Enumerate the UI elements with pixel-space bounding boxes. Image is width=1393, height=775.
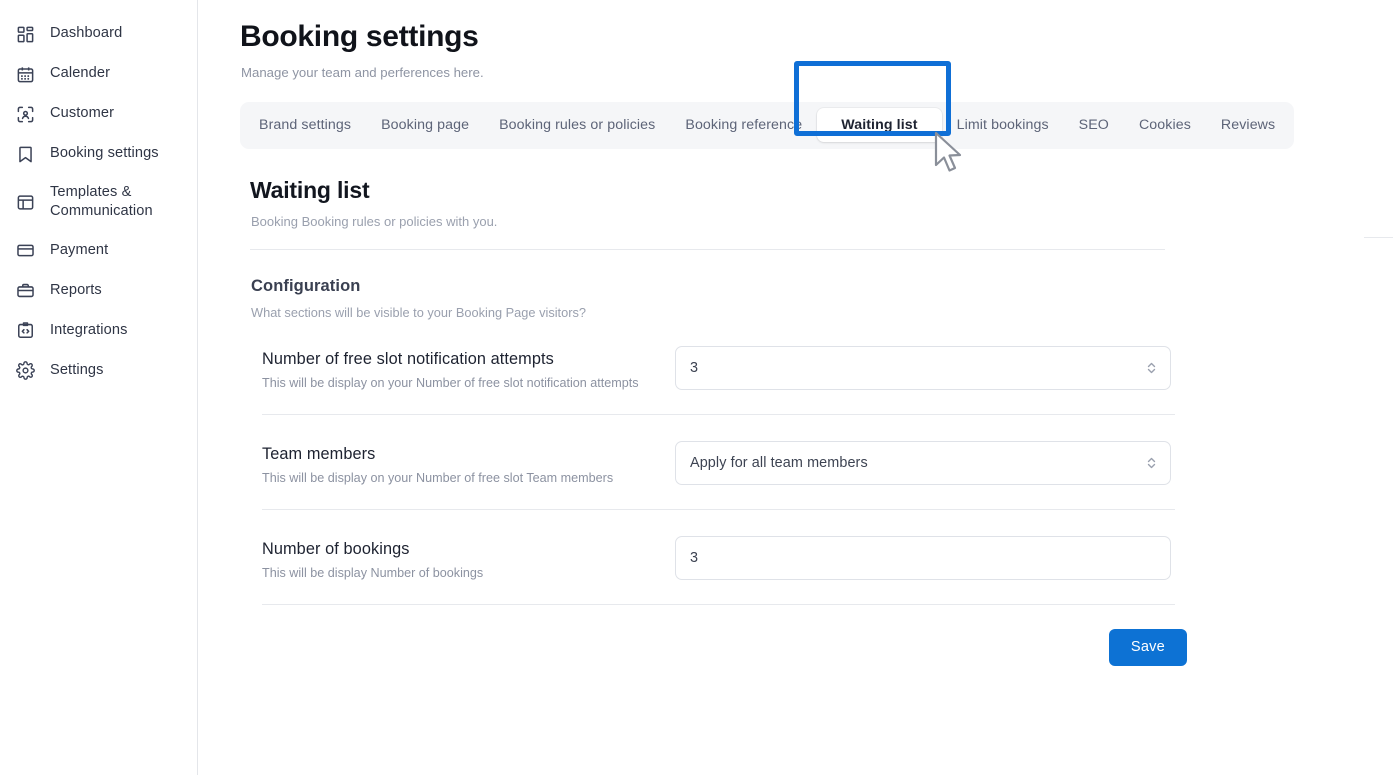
sidebar-item-booking-settings[interactable]: Booking settings <box>6 134 191 174</box>
tab-reviews[interactable]: Reviews <box>1206 108 1290 142</box>
field-row-notification-attempts: Number of free slot notification attempt… <box>262 320 1187 414</box>
field-label-group: Number of bookings This will be display … <box>262 536 675 580</box>
field-row-number-of-bookings: Number of bookings This will be display … <box>262 510 1187 604</box>
tab-booking-page[interactable]: Booking page <box>366 108 484 142</box>
tab-limit-bookings[interactable]: Limit bookings <box>942 108 1064 142</box>
field-label-group: Number of free slot notification attempt… <box>262 346 675 390</box>
calendar-icon <box>14 63 36 85</box>
field-label-group: Team members This will be display on you… <box>262 441 675 485</box>
grid-dashboard-icon <box>14 23 36 45</box>
main-content: Booking settings Manage your team and pe… <box>198 0 1393 775</box>
field-hint: This will be display Number of bookings <box>262 565 484 580</box>
sidebar-item-label: Payment <box>50 241 109 258</box>
gear-icon <box>14 360 36 382</box>
tab-booking-rules-or-policies[interactable]: Booking rules or policies <box>484 108 670 142</box>
sidebar-item-customer[interactable]: Customer <box>6 94 191 134</box>
configuration-title: Configuration <box>251 276 361 295</box>
sidebar-item-reports[interactable]: Reports <box>6 271 191 311</box>
chevron-updown-icon[interactable] <box>1146 360 1157 375</box>
sidebar-item-label: Calender <box>50 65 111 82</box>
chevron-updown-icon[interactable] <box>1146 455 1157 470</box>
page-header: Booking settings Manage your team and pe… <box>198 0 1393 80</box>
field-value: 3 <box>690 549 699 566</box>
sidebar-item-label: Reports <box>50 281 102 298</box>
sidebar-item-payment[interactable]: Payment <box>6 231 191 271</box>
sidebar-item-label: Booking settings <box>50 145 159 162</box>
field-value: Apply for all team members <box>690 454 868 471</box>
layout-template-icon <box>14 191 36 213</box>
form-footer: Save <box>262 605 1187 666</box>
field-label: Team members <box>262 444 376 463</box>
field-hint: This will be display on your Number of f… <box>262 470 614 485</box>
sidebar-item-calender[interactable]: Calender <box>6 54 191 94</box>
credit-card-icon <box>14 240 36 262</box>
section-title: Waiting list <box>250 176 370 203</box>
app-root: Dashboard Calender Customer Booking sett… <box>0 0 1393 775</box>
sidebar-item-settings[interactable]: Settings <box>6 351 191 391</box>
user-scan-icon <box>14 103 36 125</box>
field-label: Number of bookings <box>262 539 410 558</box>
waiting-list-section: Waiting list Booking Booking rules or po… <box>198 149 1393 666</box>
sidebar-item-integrations[interactable]: Integrations <box>6 311 191 351</box>
field-value: 3 <box>690 359 699 376</box>
top-right-divider <box>1364 237 1393 238</box>
field-label: Number of free slot notification attempt… <box>262 349 554 368</box>
tab-waiting-list[interactable]: Waiting list <box>817 108 942 142</box>
tab-seo[interactable]: SEO <box>1064 108 1124 142</box>
field-control-group: 3 <box>675 535 1187 580</box>
sidebar-item-label: Templates & Communication <box>50 184 153 220</box>
team-members-select[interactable]: Apply for all team members <box>675 440 1171 485</box>
sidebar-item-label: Settings <box>50 361 104 378</box>
section-subtitle: Booking Booking rules or policies with y… <box>251 213 498 229</box>
bookmark-icon <box>14 143 36 165</box>
sidebar-item-label: Customer <box>50 105 115 122</box>
save-button[interactable]: Save <box>1108 628 1187 666</box>
page-title: Booking settings <box>240 20 479 53</box>
tab-cookies[interactable]: Cookies <box>1124 108 1206 142</box>
notification-attempts-select[interactable]: 3 <box>675 345 1171 390</box>
tabs-container: Brand settings Booking page Booking rule… <box>198 60 1393 172</box>
sidebar-item-templates-communication[interactable]: Templates & Communication <box>6 174 191 231</box>
section-divider <box>250 248 1165 250</box>
sidebar: Dashboard Calender Customer Booking sett… <box>0 0 198 775</box>
briefcase-icon <box>14 280 36 302</box>
field-hint: This will be display on your Number of f… <box>262 375 639 390</box>
number-of-bookings-input[interactable]: 3 <box>675 535 1171 580</box>
code-clipboard-icon <box>14 320 36 342</box>
field-control-group: 3 <box>675 345 1187 390</box>
page-subtitle: Manage your team and perferences here. <box>241 64 484 80</box>
sidebar-item-dashboard[interactable]: Dashboard <box>6 14 191 54</box>
tab-booking-reference[interactable]: Booking reference <box>670 108 817 142</box>
tab-brand-settings[interactable]: Brand settings <box>244 108 366 142</box>
configuration-subtitle: What sections will be visible to your Bo… <box>251 304 587 320</box>
sidebar-item-label: Integrations <box>50 321 128 338</box>
sidebar-item-label: Dashboard <box>50 25 123 42</box>
field-row-team-members: Team members This will be display on you… <box>262 415 1187 509</box>
tab-bar: Brand settings Booking page Booking rule… <box>240 101 1295 149</box>
field-control-group: Apply for all team members <box>675 440 1187 485</box>
